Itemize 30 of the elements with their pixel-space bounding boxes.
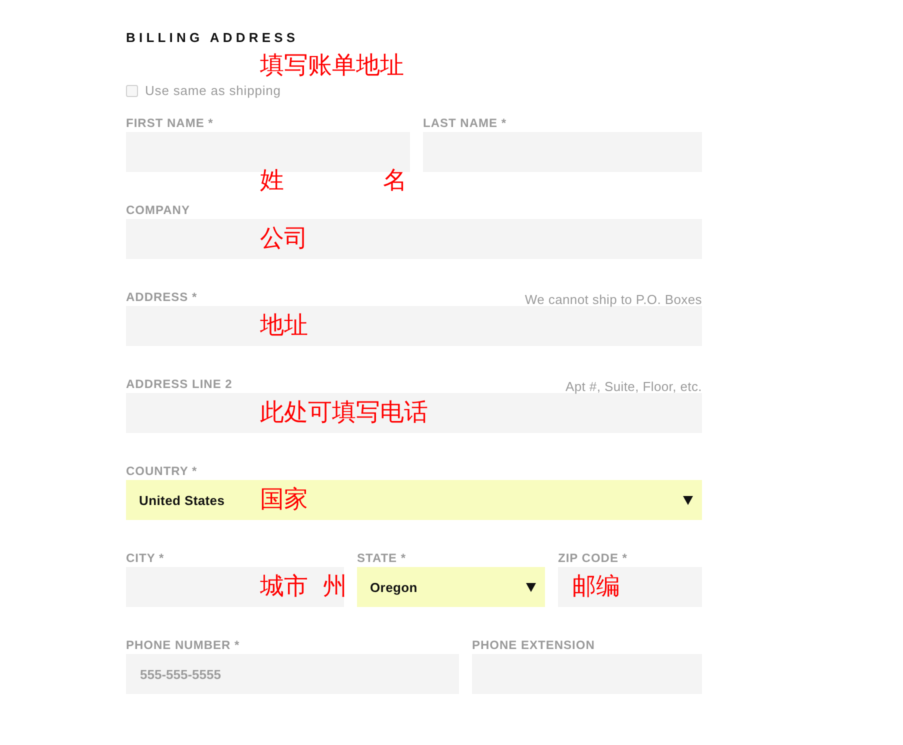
field-label: ADDRESS * [126,290,198,304]
field-label: PHONE NUMBER * [126,638,240,652]
field-label: ZIP CODE * [558,551,628,565]
field-label: ADDRESS LINE 2 [126,377,232,391]
annotation-text: 填写账单地址 [260,53,404,79]
annotation-text: 国家 [260,487,308,513]
field-label: CITY * [126,551,164,565]
caret-icon [526,582,536,592]
field-label: FIRST NAME * [126,116,214,130]
section-title: BILLING ADDRESS [126,30,299,46]
select-dropdown[interactable]: Oregon [357,567,545,607]
hint-text: Apt #, Suite, Floor, etc. [565,380,702,394]
annotation-text: 名 [383,168,407,194]
annotation-text: 地址 [260,313,308,339]
annotation-text: 此处可填写电话 [260,400,428,426]
input-field[interactable]: 555-555-5555 [126,654,459,694]
checkbox[interactable] [126,85,138,97]
annotation-text: 城市 [260,574,308,600]
field-label: STATE * [357,551,406,565]
annotation-text: 州 [323,574,347,600]
annotation-text: 姓 [260,168,284,194]
field-label: COMPANY [126,203,190,217]
field-label: LAST NAME * [423,116,506,130]
field-label: COUNTRY * [126,464,198,478]
caret-icon [683,496,693,504]
hint-text: We cannot ship to P.O. Boxes [524,293,702,307]
field-label: PHONE EXTENSION [472,638,595,652]
checkbox-label: Use same as shipping [145,82,281,100]
annotation-text: 公司 [260,226,308,252]
annotation-text: 邮编 [572,574,620,600]
